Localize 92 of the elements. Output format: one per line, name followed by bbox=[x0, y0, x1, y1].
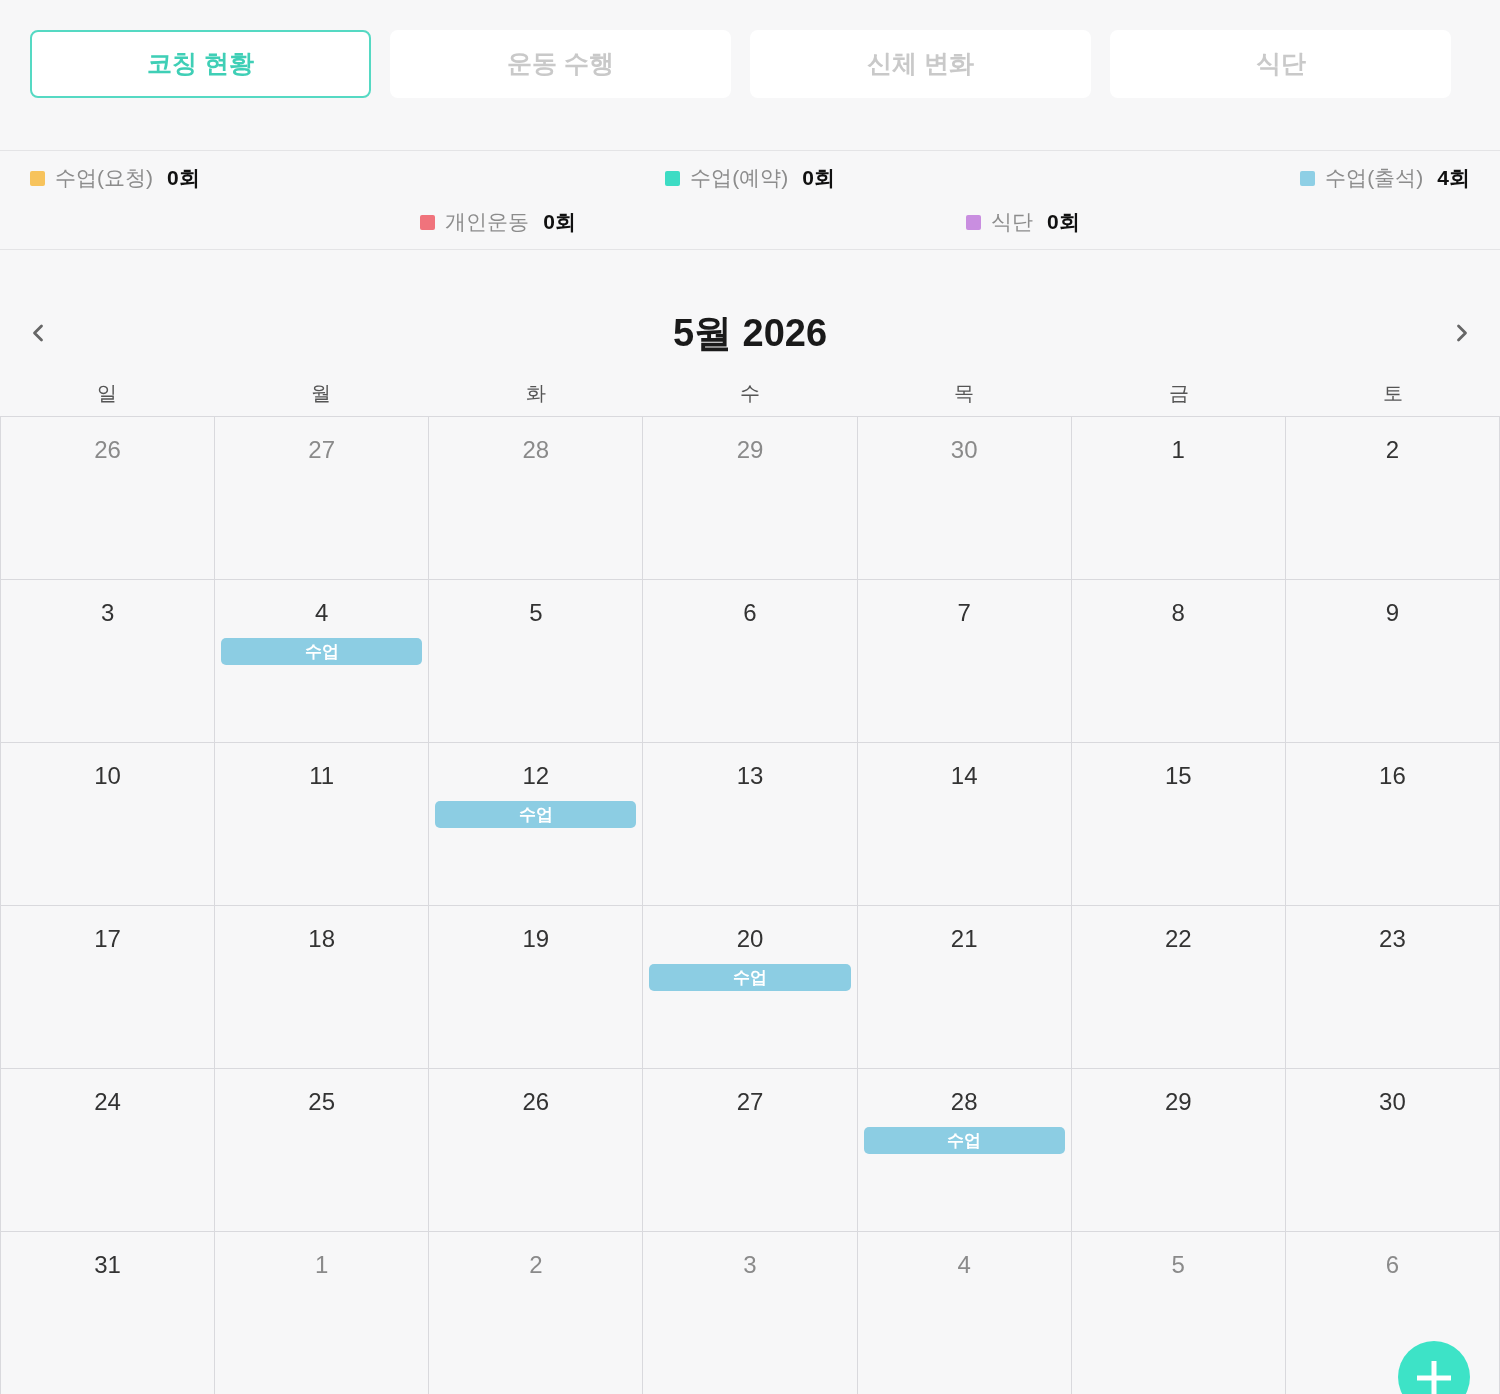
weekday-label: 금 bbox=[1168, 380, 1189, 406]
date-number: 31 bbox=[94, 1251, 121, 1279]
day-cell[interactable]: 12 수업 bbox=[429, 743, 644, 906]
date-number: 19 bbox=[522, 925, 550, 953]
date-number: 26 bbox=[522, 1088, 550, 1116]
date-number: 5 bbox=[1171, 1251, 1185, 1279]
legend-label: 수업(요청) bbox=[55, 165, 153, 192]
legend-count: 0회 bbox=[543, 209, 576, 236]
date-number: 16 bbox=[1379, 762, 1406, 790]
date-number: 8 bbox=[1171, 599, 1185, 627]
date-number: 3 bbox=[743, 1251, 757, 1279]
date-number: 28 bbox=[950, 1088, 978, 1116]
day-cell[interactable]: 5 bbox=[429, 580, 644, 743]
date-number: 6 bbox=[1385, 1251, 1400, 1279]
date-number: 29 bbox=[1164, 1088, 1192, 1116]
date-number: 30 bbox=[1379, 1088, 1406, 1116]
date-number: 27 bbox=[308, 436, 336, 464]
day-cell[interactable]: 8 bbox=[1071, 580, 1286, 743]
day-cell[interactable]: 6 bbox=[643, 580, 858, 743]
date-number: 2 bbox=[1385, 436, 1400, 464]
day-cell[interactable]: 7 bbox=[857, 580, 1072, 743]
date-number: 15 bbox=[1164, 762, 1192, 790]
date-number: 22 bbox=[1164, 925, 1192, 953]
day-cell[interactable]: 22 bbox=[1071, 906, 1286, 1069]
date-number: 2 bbox=[529, 1251, 543, 1279]
day-cell[interactable]: 13 bbox=[643, 743, 858, 906]
date-number: 24 bbox=[94, 1088, 121, 1116]
day-cell[interactable]: 29 bbox=[1071, 1069, 1286, 1232]
date-number: 4 bbox=[315, 599, 329, 627]
date-number: 26 bbox=[94, 436, 121, 464]
date-number: 10 bbox=[94, 762, 121, 790]
weekday-label: 화 bbox=[525, 380, 546, 406]
day-cell[interactable]: 9 bbox=[1285, 580, 1500, 743]
date-number: 29 bbox=[736, 436, 764, 464]
legend-label: 식단 bbox=[991, 209, 1034, 236]
legend-count: 0회 bbox=[167, 165, 200, 192]
day-cell[interactable]: 27 bbox=[643, 1069, 858, 1232]
date-number: 3 bbox=[100, 599, 115, 627]
date-number: 25 bbox=[308, 1088, 336, 1116]
date-number: 1 bbox=[1171, 436, 1185, 464]
day-cell[interactable]: 16 bbox=[1285, 743, 1500, 906]
day-cell[interactable]: 25 bbox=[215, 1069, 430, 1232]
date-number: 1 bbox=[315, 1251, 329, 1279]
month-title: 5월 2026 bbox=[672, 310, 828, 356]
date-number: 9 bbox=[1385, 599, 1400, 627]
legend-label: 수업(예약) bbox=[690, 165, 789, 192]
date-number: 13 bbox=[736, 762, 764, 790]
date-number: 21 bbox=[950, 925, 978, 953]
weekday-label: 월 bbox=[311, 380, 332, 406]
day-cell[interactable]: 21 bbox=[857, 906, 1072, 1069]
date-number: 7 bbox=[957, 599, 971, 627]
plus-icon bbox=[1417, 1361, 1451, 1394]
day-cell[interactable]: 17 bbox=[1, 906, 216, 1069]
day-cell[interactable]: 3 bbox=[1, 580, 216, 743]
day-cell[interactable]: 23 bbox=[1285, 906, 1500, 1069]
date-number: 18 bbox=[308, 925, 336, 953]
date-number: 17 bbox=[94, 925, 121, 953]
weekday-label: 수 bbox=[740, 380, 760, 406]
legend-count: 0회 bbox=[1047, 209, 1080, 236]
legend-count: 0회 bbox=[802, 165, 835, 192]
date-number: 20 bbox=[736, 925, 764, 953]
date-number: 14 bbox=[950, 762, 978, 790]
day-cell[interactable]: 18 bbox=[215, 906, 430, 1069]
day-cell[interactable]: 24 bbox=[1, 1069, 216, 1232]
date-number: 23 bbox=[1379, 925, 1406, 953]
day-cell[interactable]: 1 bbox=[1071, 417, 1286, 580]
date-number: 11 bbox=[309, 762, 335, 790]
weekday-label: 목 bbox=[954, 380, 975, 406]
day-cell[interactable]: 15 bbox=[1071, 743, 1286, 906]
legend-label: 수업(출석) bbox=[1325, 165, 1424, 192]
date-number: 5 bbox=[529, 599, 543, 627]
day-cell[interactable]: 28 수업 bbox=[857, 1069, 1072, 1232]
day-cell[interactable]: 4 수업 bbox=[215, 580, 430, 743]
date-number: 4 bbox=[957, 1251, 971, 1279]
date-number: 6 bbox=[743, 599, 757, 627]
date-number: 30 bbox=[950, 436, 978, 464]
day-cell[interactable]: 31 bbox=[1, 1232, 216, 1394]
date-number: 27 bbox=[736, 1088, 764, 1116]
weekday-label: 일 bbox=[97, 380, 118, 406]
day-cell[interactable]: 10 bbox=[1, 743, 216, 906]
day-cell[interactable]: 2 bbox=[1285, 417, 1500, 580]
date-number: 28 bbox=[522, 436, 550, 464]
day-cell[interactable]: 11 bbox=[215, 743, 430, 906]
day-cell[interactable]: 30 bbox=[1285, 1069, 1500, 1232]
date-number: 12 bbox=[522, 762, 550, 790]
day-cell[interactable]: 20 수업 bbox=[643, 906, 858, 1069]
legend-count: 4회 bbox=[1437, 165, 1470, 192]
day-cell[interactable]: 19 bbox=[429, 906, 644, 1069]
legend-label: 개인운동 bbox=[445, 209, 530, 236]
weekday-label: 토 bbox=[1382, 380, 1403, 406]
day-cell[interactable]: 26 bbox=[429, 1069, 644, 1232]
day-cell[interactable]: 14 bbox=[857, 743, 1072, 906]
